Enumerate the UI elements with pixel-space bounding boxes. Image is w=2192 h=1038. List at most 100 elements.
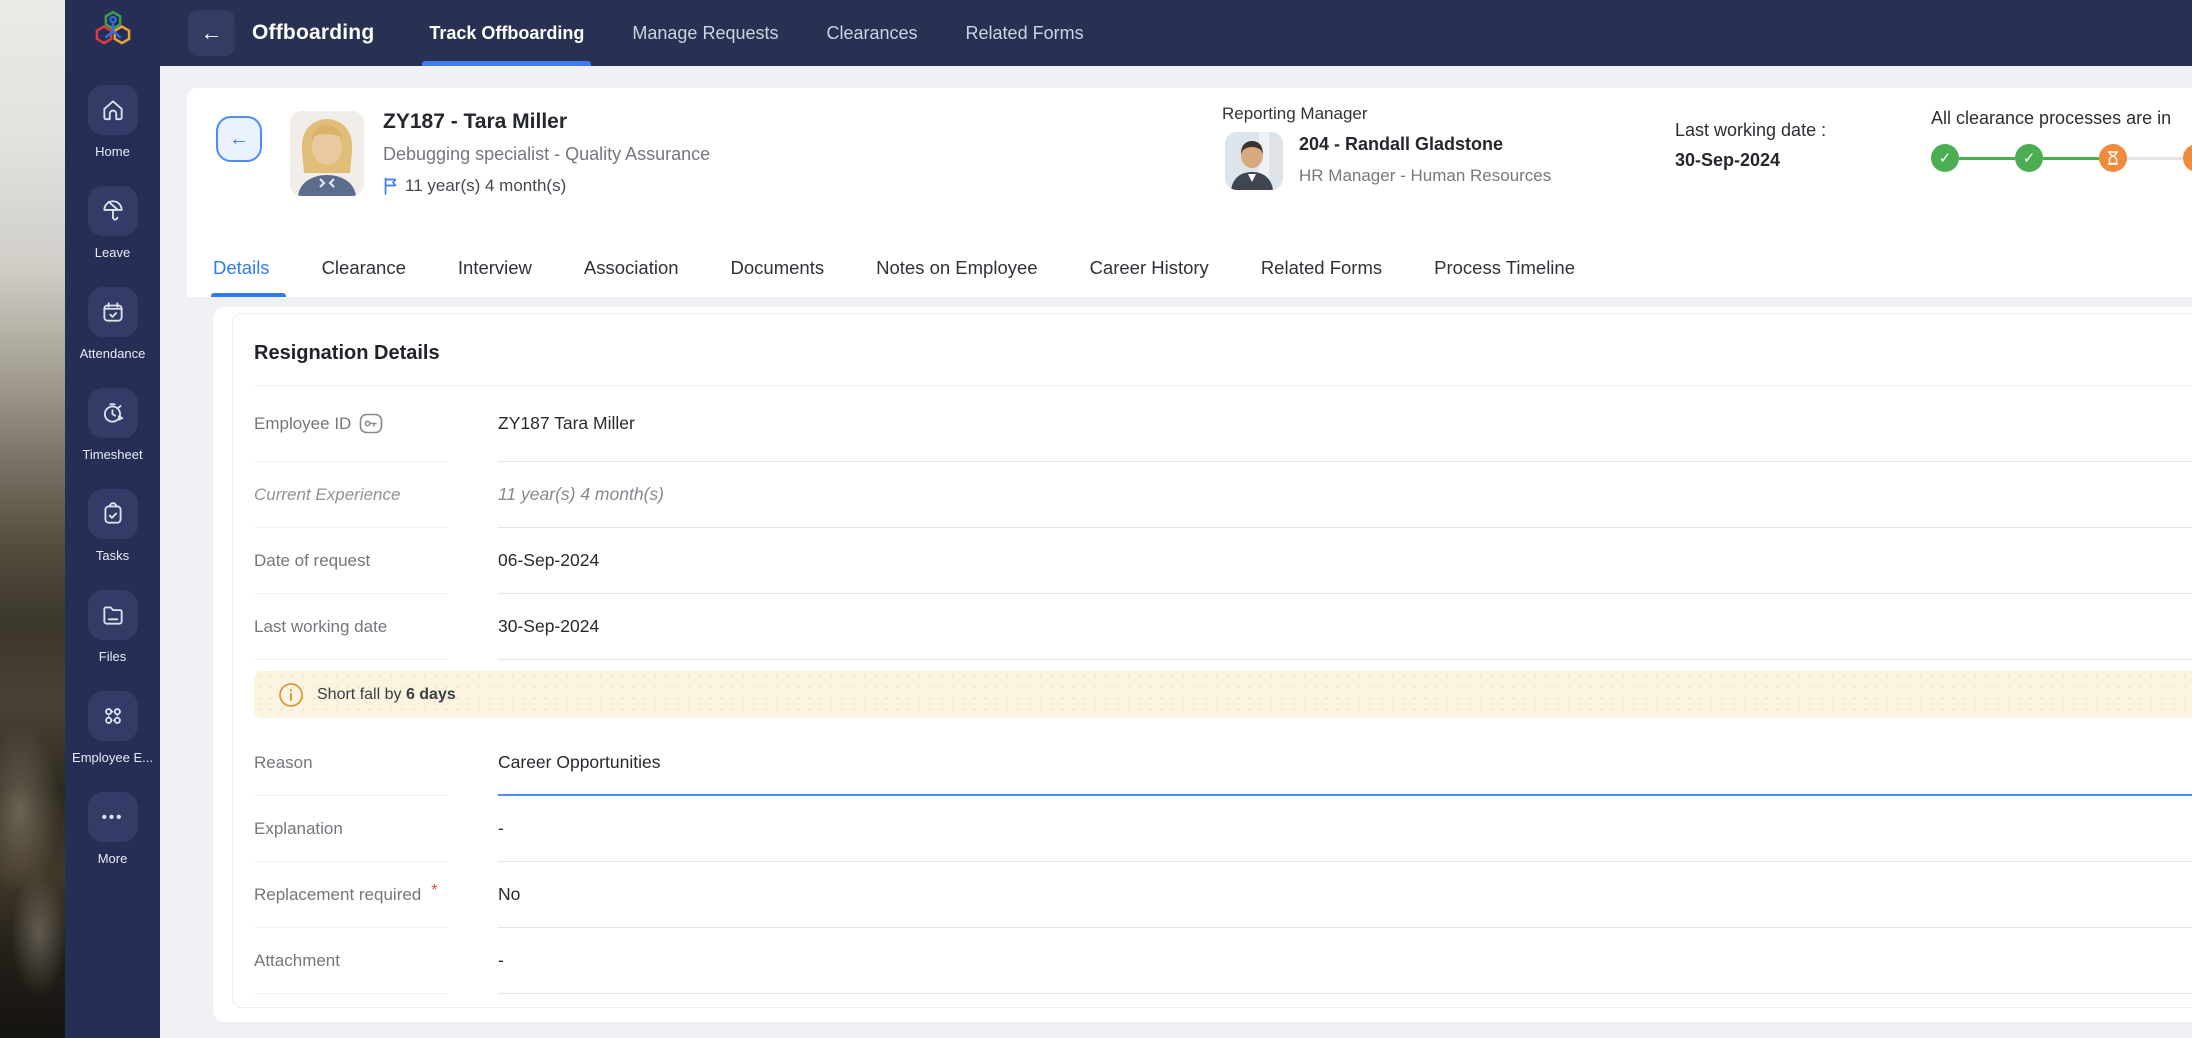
field-gap	[448, 730, 498, 796]
tab-clearances[interactable]: Clearances	[826, 0, 917, 66]
background-photo-strip	[0, 0, 65, 1038]
module-title: Offboarding	[252, 21, 374, 45]
tab-details[interactable]: Details	[213, 239, 270, 297]
field-row-attachment: Attachment -	[254, 928, 2192, 994]
tab-related-forms[interactable]: Related Forms	[1261, 239, 1382, 297]
sidebar-item-timesheet[interactable]: Timesheet	[82, 388, 142, 489]
field-label: Employee ID	[254, 386, 448, 462]
field-label: Date of request	[254, 528, 448, 594]
field-row-current-experience: Current Experience 11 year(s) 4 month(s)	[254, 462, 2192, 528]
tab-label: Related Forms	[1261, 257, 1382, 279]
topbar-tabs: Track Offboarding Manage Requests Cleara…	[429, 0, 1083, 66]
tab-track-offboarding[interactable]: Track Offboarding	[429, 0, 584, 66]
clearance-step-done[interactable]: ✓	[2015, 144, 2043, 172]
employee-engagement-tile	[88, 691, 138, 741]
timesheet-tile	[88, 388, 138, 438]
field-gap	[448, 462, 498, 528]
tab-label: Track Offboarding	[429, 23, 584, 44]
sidebar-item-label: Leave	[95, 245, 130, 260]
topbar: ← Offboarding Track Offboarding Manage R…	[160, 0, 2192, 66]
shortfall-warning-banner: Short fall by 6 days	[254, 671, 2192, 718]
last-working-date-value: 30-Sep-2024	[1675, 150, 1780, 171]
tab-label: Manage Requests	[632, 23, 778, 44]
tab-interview[interactable]: Interview	[458, 239, 532, 297]
tab-association[interactable]: Association	[584, 239, 679, 297]
sidebar-item-more[interactable]: ••• More	[88, 792, 138, 893]
field-label-text: Explanation	[254, 819, 343, 839]
field-gap	[448, 862, 498, 928]
tab-career-history[interactable]: Career History	[1090, 239, 1209, 297]
tab-related-forms[interactable]: Related Forms	[966, 0, 1084, 66]
clearance-step-pending[interactable]	[2183, 144, 2192, 172]
clipboard-check-icon	[100, 501, 126, 527]
tab-process-timeline[interactable]: Process Timeline	[1434, 239, 1575, 297]
sidebar-item-label: Home	[95, 144, 130, 159]
sidebar-item-home[interactable]: Home	[88, 85, 138, 186]
employee-role: Debugging specialist - Quality Assurance	[383, 144, 710, 165]
reporting-manager-label: Reporting Manager	[1222, 104, 1368, 124]
back-to-list-button[interactable]: ←	[216, 116, 262, 162]
flag-icon	[383, 177, 398, 195]
tab-notes-on-employee[interactable]: Notes on Employee	[876, 239, 1037, 297]
field-gap	[448, 594, 498, 660]
tab-label: Interview	[458, 257, 532, 279]
required-asterisk: *	[431, 882, 437, 900]
files-tile	[88, 590, 138, 640]
shortfall-prefix: Short fall by	[317, 686, 406, 703]
field-label-text: Current Experience	[254, 485, 400, 505]
last-working-date-label: Last working date :	[1675, 120, 1826, 141]
more-tile: •••	[88, 792, 138, 842]
reason-input[interactable]: Career Opportunities	[498, 730, 2192, 796]
calendar-check-icon	[100, 299, 126, 325]
employee-name: ZY187 - Tara Miller	[383, 110, 567, 134]
manager-name: 204 - Randall Gladstone	[1299, 134, 1503, 155]
topbar-back-button[interactable]: ←	[188, 10, 235, 56]
field-label: Attachment	[254, 928, 448, 994]
sidebar-item-attendance[interactable]: Attendance	[80, 287, 146, 388]
tab-manage-requests[interactable]: Manage Requests	[632, 0, 778, 66]
tab-clearance[interactable]: Clearance	[322, 239, 406, 297]
step-connector	[2043, 157, 2099, 160]
manager-photo	[1225, 132, 1283, 190]
manager-role: HR Manager - Human Resources	[1299, 166, 1551, 186]
resignation-details-card: Resignation Details Employee ID ZY187 Ta…	[232, 313, 2192, 1008]
sidebar-item-label: Employee E...	[72, 750, 153, 765]
manager-avatar	[1225, 132, 1283, 190]
clearance-step-pending[interactable]	[2099, 144, 2127, 172]
sidebar-item-label: Timesheet	[82, 447, 142, 462]
tab-label: Clearances	[826, 23, 917, 44]
field-value: 30-Sep-2024	[498, 594, 2192, 660]
app-sidebar: Home Leave Attendance	[65, 0, 160, 1038]
shortfall-text: Short fall by 6 days	[317, 686, 456, 704]
sidebar-item-files[interactable]: Files	[88, 590, 138, 691]
zoho-people-logo[interactable]	[90, 7, 136, 53]
field-value: -	[498, 796, 2192, 862]
field-label: Explanation	[254, 796, 448, 862]
employee-photo	[290, 111, 364, 196]
tab-label: Documents	[731, 257, 825, 279]
sidebar-item-label: Attendance	[80, 346, 146, 361]
clearance-step-done[interactable]: ✓	[1931, 144, 1959, 172]
sidebar-item-label: More	[98, 851, 128, 866]
sidebar-item-employee-engagement[interactable]: Employee E...	[72, 691, 153, 792]
back-arrow-icon: ←	[201, 20, 223, 46]
tab-documents[interactable]: Documents	[731, 239, 825, 297]
field-value: -	[498, 928, 2192, 994]
sidebar-item-tasks[interactable]: Tasks	[88, 489, 138, 590]
field-label: Replacement required*	[254, 862, 448, 928]
field-label: Current Experience	[254, 462, 448, 528]
sidebar-item-leave[interactable]: Leave	[88, 186, 138, 287]
field-row-employee-id: Employee ID ZY187 Tara Miller	[254, 386, 2192, 462]
active-tab-underline	[422, 61, 591, 66]
field-label: Reason	[254, 730, 448, 796]
tasks-tile	[88, 489, 138, 539]
home-icon	[100, 97, 126, 123]
clearance-progress-steps: ✓ ✓	[1931, 144, 2192, 172]
field-gap	[448, 386, 498, 462]
tab-label: Career History	[1090, 257, 1209, 279]
active-tab-underline	[211, 293, 286, 297]
attendance-tile	[88, 287, 138, 337]
stopwatch-icon	[100, 400, 126, 426]
sidebar-item-label: Tasks	[96, 548, 129, 563]
field-gap	[448, 796, 498, 862]
